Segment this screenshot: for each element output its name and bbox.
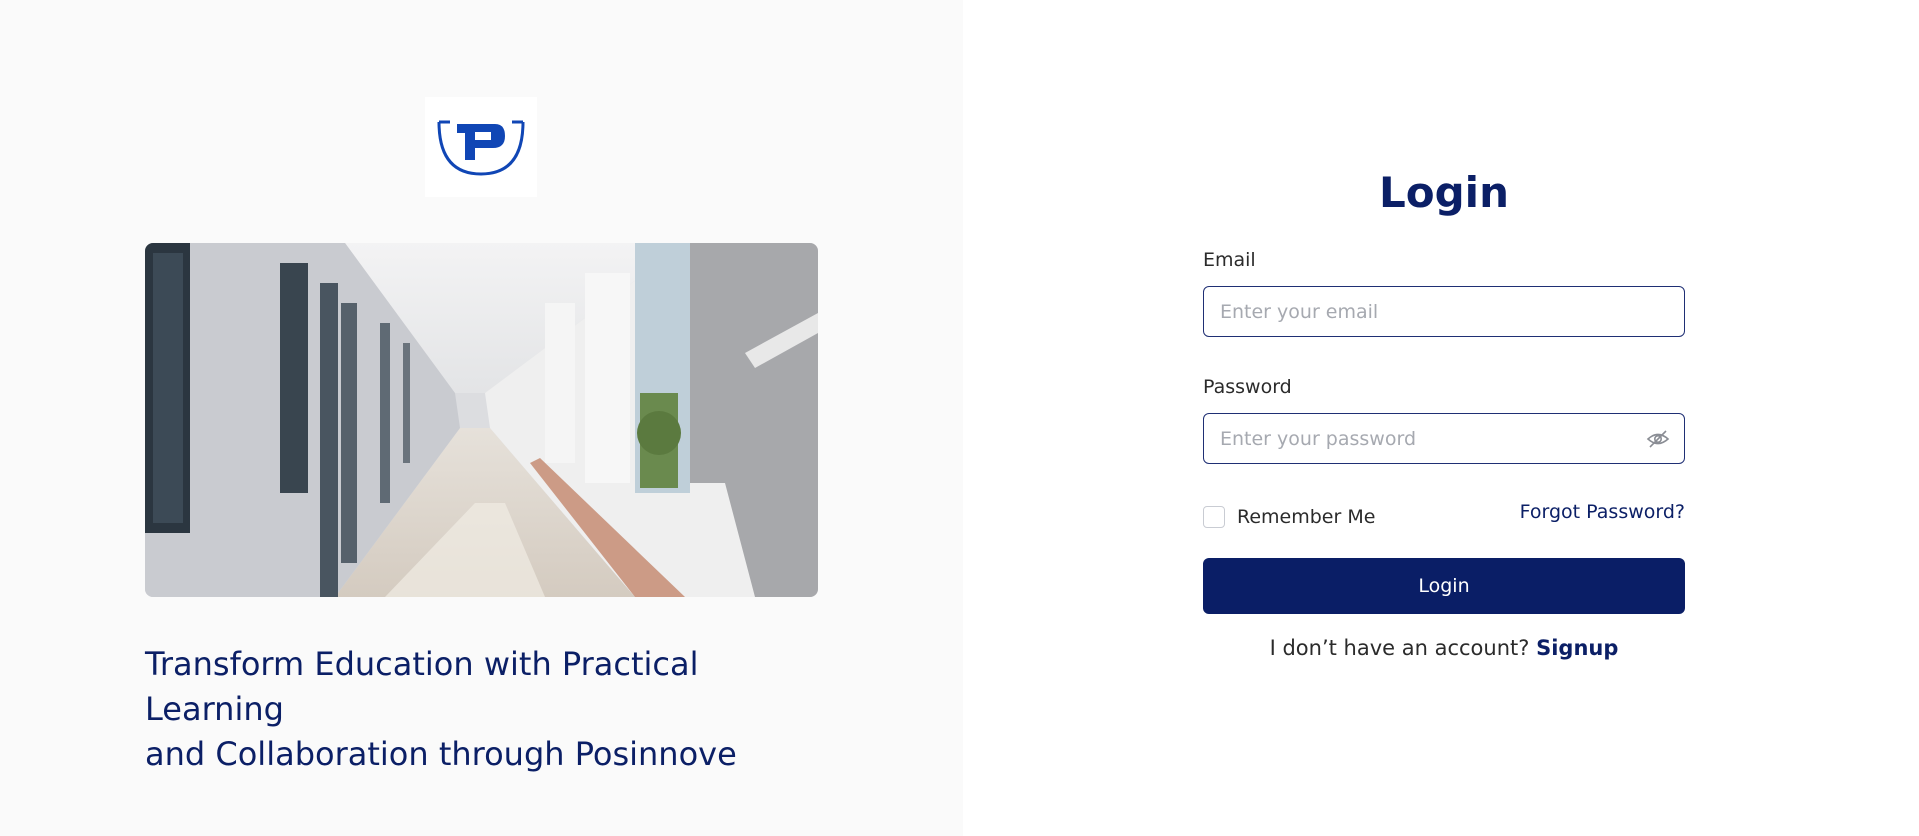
login-button[interactable]: Login <box>1203 558 1685 614</box>
signup-prompt-text: I don’t have an account? <box>1269 636 1530 660</box>
tagline-line-1: Transform Education with Practical Learn… <box>145 645 699 728</box>
password-field[interactable] <box>1220 427 1668 450</box>
tagline-line-2: and Collaboration through Posinnove <box>145 735 737 773</box>
hero-image <box>145 243 818 597</box>
signup-link[interactable]: Signup <box>1536 636 1618 660</box>
svg-text:P: P <box>481 165 482 167</box>
email-field-wrapper <box>1203 286 1685 337</box>
page-title: Login <box>1379 168 1509 217</box>
login-form: Login Email Password Remember Me Forgot … <box>1203 0 1685 836</box>
email-field[interactable] <box>1220 300 1668 323</box>
eye-off-icon[interactable] <box>1646 427 1670 451</box>
remember-me: Remember Me <box>1203 506 1375 528</box>
checkbox-unchecked-icon[interactable] <box>1203 506 1225 528</box>
left-panel: P Transform Education with Practical Lea… <box>0 0 963 836</box>
posinnove-logo-icon: P <box>437 120 525 176</box>
remember-me-label: Remember Me <box>1237 506 1376 528</box>
tagline: Transform Education with Practical Learn… <box>145 642 845 777</box>
password-label: Password <box>1203 376 1292 398</box>
email-label: Email <box>1203 249 1256 271</box>
logo: P <box>425 97 537 197</box>
forgot-password-link[interactable]: Forgot Password? <box>1520 501 1685 523</box>
signup-prompt: I don’t have an account? Signup <box>1203 636 1685 660</box>
password-field-wrapper <box>1203 413 1685 464</box>
